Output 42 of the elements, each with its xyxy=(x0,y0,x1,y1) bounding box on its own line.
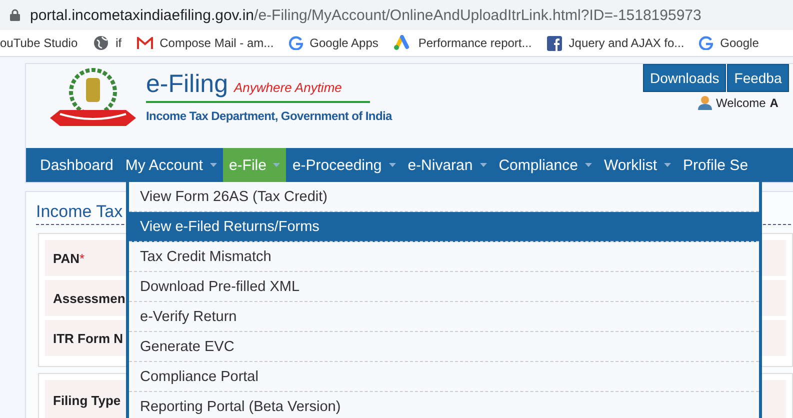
header-button[interactable]: Downloads xyxy=(643,64,726,92)
bookmark-link[interactable]: Compose Mail - am... xyxy=(160,36,274,50)
user-name: A xyxy=(770,96,778,110)
triangle-logo-icon xyxy=(393,35,412,51)
site-title: e-Filing xyxy=(146,70,228,99)
bookmark-link[interactable]: Performance report... xyxy=(418,36,532,50)
field-label: Assessmen xyxy=(53,290,126,306)
bookmark-link[interactable]: ouTube Studio xyxy=(0,36,78,50)
google-g-icon xyxy=(699,36,714,50)
bookmark-link[interactable]: Jquery and AJAX fo... xyxy=(568,36,684,50)
department-name: Income Tax Department, Government of India xyxy=(146,109,392,123)
nav-tab[interactable]: e-Nivaran xyxy=(402,148,493,182)
menu-item[interactable]: Download Pre-filled XML xyxy=(129,272,759,302)
bookmark-link[interactable]: Google xyxy=(720,36,759,50)
menu-item[interactable]: Generate EVC xyxy=(129,332,759,362)
globe-icon xyxy=(92,35,109,51)
nav-tab[interactable]: My Account xyxy=(119,148,223,182)
menu-item[interactable]: View e-Filed Returns/Forms xyxy=(129,212,759,242)
header-button[interactable]: Feedba xyxy=(727,64,789,92)
nav-tab[interactable]: Worklist xyxy=(598,148,677,182)
mail-icon xyxy=(136,37,153,49)
nav-tab[interactable]: Profile Se xyxy=(677,148,754,182)
nav-tab[interactable]: Compliance xyxy=(492,148,598,182)
field-label: ITR Form N xyxy=(53,330,124,346)
nav-tab[interactable]: e-Proceeding xyxy=(286,148,402,182)
welcome-text: Welcome xyxy=(716,96,766,110)
menu-item[interactable]: Tax Credit Mismatch xyxy=(129,242,759,272)
menu-item[interactable]: Reporting Portal (Beta Version) xyxy=(129,392,759,418)
address-bar[interactable]: portal.incometaxindiaefiling.gov.in/e-Filing/MyAccount/OnlineAndUploadItrLink.html?ID=-1518195973 xyxy=(0,0,793,30)
url-text: portal.incometaxindiaefiling.gov.in/e-Filing/MyAccount/OnlineAndUploadItrLink.html?ID=-1518195973 xyxy=(30,6,702,24)
field-label: PAN* xyxy=(53,250,85,266)
nav-tab[interactable]: Dashboard xyxy=(34,148,120,182)
f-square-icon xyxy=(546,36,562,50)
google-g-icon xyxy=(288,36,303,50)
bookmark-link[interactable]: if xyxy=(116,36,122,50)
bookmark-link[interactable]: Google Apps xyxy=(310,36,378,50)
lock-icon xyxy=(10,9,20,21)
user-icon xyxy=(698,95,712,110)
menu-item[interactable]: Compliance Portal xyxy=(129,362,759,392)
tagline: Anywhere Anytime xyxy=(234,80,342,95)
menu-item[interactable]: e-Verify Return xyxy=(129,302,759,332)
field-label: Filing Type xyxy=(53,392,121,408)
